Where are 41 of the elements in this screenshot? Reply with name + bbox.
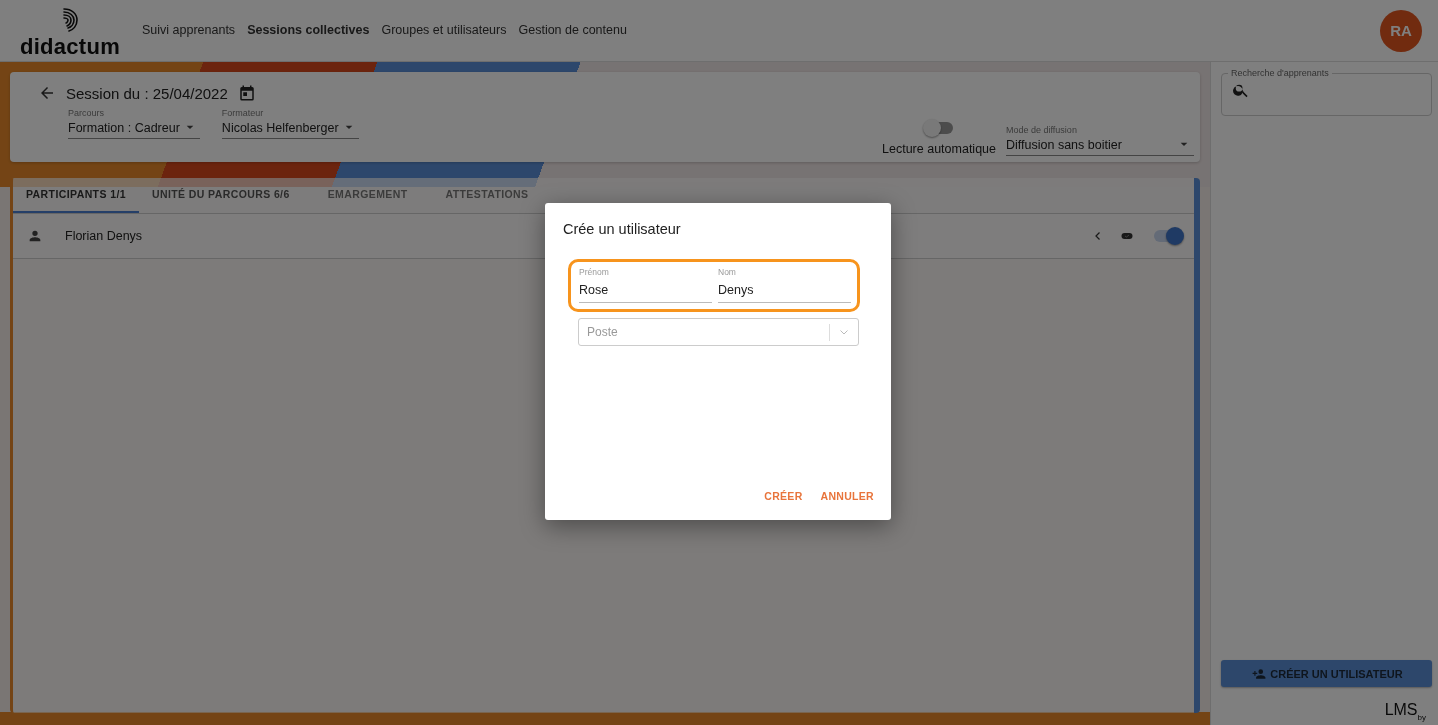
tab-label: EMARGEMENT (326, 187, 409, 202)
nav-link[interactable]: Gestion de contenu (518, 22, 627, 37)
calendar-icon (237, 84, 256, 102)
nav-link[interactable]: Suivi apprenants (142, 22, 236, 37)
person-icon (27, 228, 43, 244)
field-label: Parcours (68, 108, 105, 118)
dropdown-field[interactable]: Poste (578, 318, 859, 346)
field-value: Diffusion sans boitier (1006, 138, 1123, 154)
participant-switch[interactable] (1154, 230, 1182, 242)
field-label: Nom (718, 267, 737, 277)
nav-link[interactable]: Sessions collectives (247, 22, 370, 37)
field-label: Prénom (579, 267, 610, 277)
brand-logo-subtext: by (1417, 713, 1426, 722)
participant-name: Florian Denys (65, 229, 143, 243)
nav-link[interactable]: Groupes et utilisateurs (381, 22, 507, 37)
dialog-title: Crée un utilisateur (563, 221, 682, 237)
logo-wordmark: didactum (19, 33, 121, 60)
field-value: Rose (579, 283, 610, 299)
tab[interactable]: UNITÉ DU PARCOURS 6/6 (138, 178, 303, 213)
session-title: Session du : 25/04/2022 (66, 84, 228, 102)
dropdown-field[interactable]: Formateur Nicolas Helfenberger (221, 108, 359, 139)
tab-label: ATTESTATIONS (444, 187, 530, 202)
brand-logo-text: LMS (1384, 701, 1418, 718)
autoplay-switch[interactable] (925, 122, 953, 134)
text-field[interactable]: Nom Denys (718, 267, 851, 303)
dropdown-field[interactable]: Mode de diffusion Diffusion sans boitier (1006, 125, 1194, 156)
field-value: Formation : Cadreur (68, 121, 180, 137)
field-label: Formateur (221, 108, 265, 118)
dropdown-field[interactable]: Parcours Formation : Cadreur (68, 108, 200, 139)
field-label: Mode de diffusion (1006, 125, 1078, 135)
field-value: Nicolas Helfenberger (221, 121, 339, 137)
text-field[interactable]: Prénom Rose (579, 267, 712, 303)
switch-label: Lecture automatique (882, 142, 996, 156)
field-placeholder: Poste (587, 325, 619, 339)
dialog-button[interactable]: CRÉER (759, 486, 808, 506)
dialog-button[interactable]: ANNULER (815, 486, 879, 506)
tab[interactable]: PARTICIPANTS 1/1 (13, 178, 139, 213)
field-label: Recherche d'apprenants (1230, 68, 1330, 78)
user-avatar[interactable]: RA (1380, 9, 1422, 52)
field-value: Denys (718, 283, 755, 299)
search-field[interactable]: Recherche d'apprenants (1221, 68, 1432, 116)
